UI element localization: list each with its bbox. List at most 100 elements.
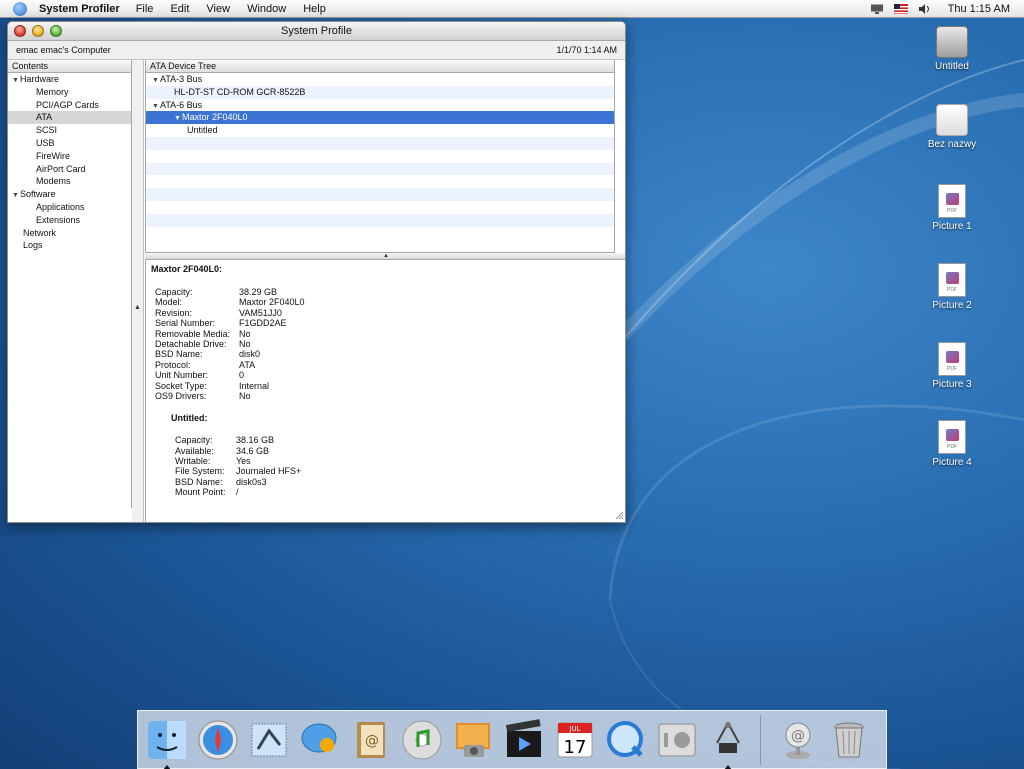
dock-safari[interactable] [195, 717, 240, 762]
desktop-icon-untitled[interactable]: Untitled [912, 26, 992, 72]
minimize-button[interactable] [32, 25, 44, 37]
desktop-icon-picture-4[interactable]: PDF Picture 4 [912, 420, 992, 468]
iphoto-icon [455, 722, 490, 757]
contents-item-pci-agp-cards[interactable]: PCI/AGP Cards [8, 99, 131, 112]
dock-trash[interactable] [826, 717, 871, 762]
detail-title: Maxtor 2F040L0: [151, 264, 223, 274]
split-view-handle[interactable]: ▲ [145, 253, 625, 260]
property-value: Yes [236, 456, 251, 467]
tree-row[interactable]: ▼Maxtor 2F040L0 [146, 111, 614, 126]
contents-item-hardware[interactable]: ▼Hardware [8, 73, 131, 86]
resize-grip-icon[interactable] [614, 510, 624, 520]
property-value: 38.16 GB [236, 435, 275, 446]
volume-title: Untitled: [171, 413, 208, 424]
dock-quicktime[interactable] [603, 717, 648, 762]
contents-item-usb[interactable]: USB [8, 137, 131, 150]
property-value: F1GDD2AE [239, 318, 287, 329]
property-key: Detachable Drive: [155, 338, 227, 349]
device-tree-header[interactable]: ATA Device Tree [146, 60, 614, 73]
property-value: 0 [239, 370, 245, 381]
dock-system-profiler[interactable] [705, 717, 750, 769]
internet-location-icon: @ [785, 722, 810, 759]
finder-icon [147, 720, 186, 759]
contents-item-applications[interactable]: Applications [8, 201, 131, 214]
disclosure-triangle-icon[interactable]: ▼ [174, 113, 182, 126]
volume-icon[interactable] [918, 3, 932, 14]
svg-text:@: @ [791, 728, 805, 744]
disclosure-triangle-icon[interactable]: ▼ [12, 190, 20, 203]
device-tree-pane: ATA Device Tree ▼ATA-3 Bus HL-DT-ST CD-RO… [145, 60, 615, 253]
svg-text:17: 17 [563, 737, 586, 758]
menu-clock[interactable]: Thu 1:15 AM [948, 3, 1010, 15]
address-book-icon: @ [356, 721, 385, 758]
dock-mail[interactable] [246, 717, 291, 762]
contents-item-extensions[interactable]: Extensions [8, 214, 131, 227]
desktop-icon-picture-2[interactable]: PDF Picture 2 [912, 263, 992, 311]
pdf-file-icon: PDF [938, 420, 966, 454]
menu-window[interactable]: Window [247, 3, 286, 15]
dock-address-book[interactable]: @ [348, 717, 393, 762]
disclosure-triangle-icon[interactable]: ▼ [12, 75, 20, 88]
contents-item-software[interactable]: ▼Software [8, 188, 131, 201]
contents-item-ata[interactable]: ATA [8, 111, 131, 125]
tree-row[interactable]: Untitled [146, 124, 614, 137]
menu-app-name[interactable]: System Profiler [39, 3, 120, 15]
running-indicator [724, 765, 732, 769]
property-key: File System: [175, 466, 225, 477]
menu-view[interactable]: View [206, 3, 230, 15]
apple-menu-icon[interactable] [13, 1, 27, 16]
dock-itunes[interactable] [399, 717, 444, 762]
contents-item-firewire[interactable]: FireWire [8, 150, 131, 163]
property-value: / [236, 487, 239, 498]
desktop-icon-label: Picture 1 [932, 221, 972, 232]
dock-finder[interactable] [144, 717, 189, 769]
contents-item-airport-card[interactable]: AirPort Card [8, 163, 131, 176]
collapse-arrow-icon[interactable]: ▲ [134, 304, 141, 311]
close-button[interactable] [14, 25, 26, 37]
menu-edit[interactable]: Edit [170, 3, 189, 15]
property-key: Socket Type: [155, 380, 207, 391]
desktop-icon-picture-1[interactable]: PDF Picture 1 [912, 184, 992, 232]
ical-icon: JUL 17 [557, 722, 592, 758]
contents-item-logs[interactable]: Logs [8, 239, 131, 252]
property-value: Maxtor 2F040L0 [239, 297, 305, 308]
tree-row[interactable]: ▼ATA-6 Bus [146, 99, 614, 112]
contents-item-scsi[interactable]: SCSI [8, 124, 131, 137]
property-value: 38.29 GB [239, 287, 278, 297]
contents-item-network[interactable]: Network [8, 227, 131, 240]
property-key: BSD Name: [175, 476, 223, 487]
desktop-icon-bez-nazwy[interactable]: Bez nazwy [912, 104, 992, 150]
running-indicator [163, 765, 171, 769]
dock-iphoto[interactable] [450, 717, 495, 762]
contents-item-memory[interactable]: Memory [8, 86, 131, 99]
dock-ichat[interactable] [297, 717, 342, 762]
menu-help[interactable]: Help [303, 3, 326, 15]
property-row: BSD Name: disk0 [151, 349, 621, 359]
computer-name: emac emac's Computer [16, 45, 111, 55]
flag-icon[interactable] [893, 3, 908, 14]
dock-ical[interactable]: JUL 17 [552, 717, 597, 762]
menu-file[interactable]: File [136, 3, 154, 15]
info-bar: emac emac's Computer 1/1/70 1:14 AM [8, 41, 625, 60]
disclosure-triangle-icon[interactable]: ▼ [152, 75, 160, 88]
property-row: Writable: Yes [171, 456, 621, 466]
tree-row[interactable]: ▼ATA-3 Bus [146, 73, 614, 86]
disclosure-triangle-icon[interactable]: ▼ [152, 101, 160, 114]
dock: @ JUL 17 @ [137, 710, 887, 769]
pane-divider[interactable]: ▲ [132, 60, 144, 522]
mail-icon [251, 723, 286, 756]
property-value: VAM51JJ0 [239, 307, 282, 318]
tree-row[interactable]: HL-DT-ST CD-ROM GCR-8522B [146, 85, 614, 99]
dock-imovie[interactable] [501, 717, 546, 762]
desktop-icon-picture-3[interactable]: PDF Picture 3 [912, 342, 992, 390]
contents-header[interactable]: Contents [8, 60, 131, 73]
property-value: Internal [239, 380, 270, 391]
window-titlebar[interactable]: System Profile [8, 22, 625, 41]
tree-empty-row [146, 213, 614, 227]
pdf-file-icon: PDF [938, 184, 966, 218]
dock-system-preferences[interactable] [654, 717, 699, 762]
contents-item-modems[interactable]: Modems [8, 175, 131, 188]
zoom-button[interactable] [50, 25, 62, 37]
dock-internet-location[interactable]: @ [775, 717, 820, 762]
display-icon[interactable] [870, 4, 884, 14]
